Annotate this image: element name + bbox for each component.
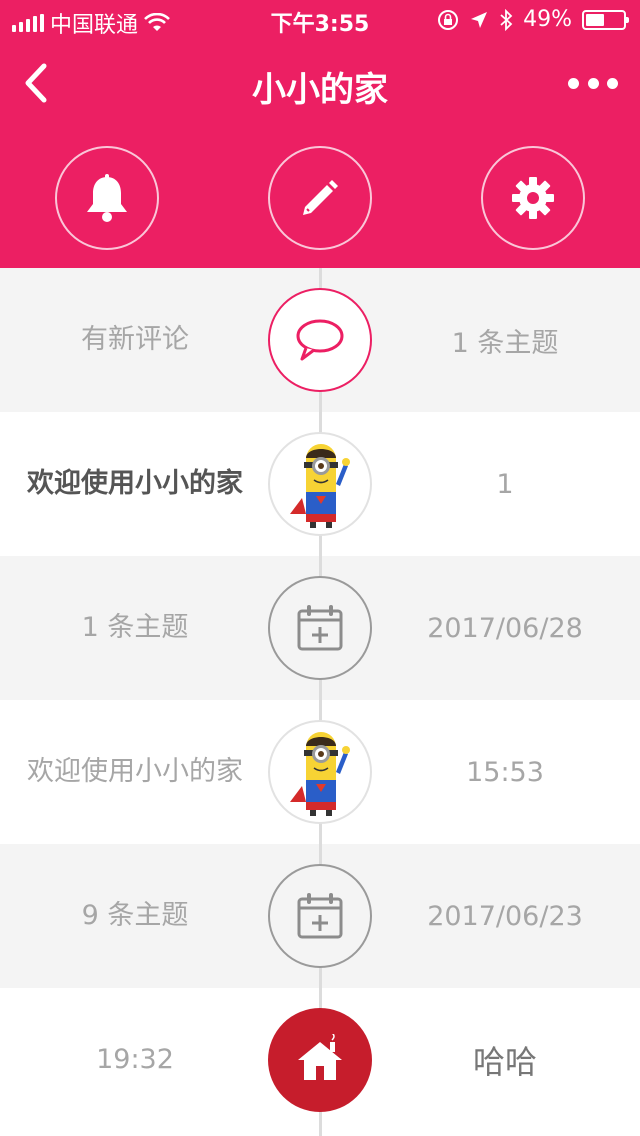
row-right-text: 1 条主题 [451,327,559,359]
header-actions [0,128,640,268]
row-left-text: 9 条主题 [81,900,189,931]
bell-icon [87,174,127,222]
calendar-plus-icon [297,893,343,939]
notifications-button[interactable] [55,146,159,250]
row-right-text: 1 [496,468,514,500]
more-button[interactable] [568,66,618,100]
row-right-text: 2017/06/28 [427,612,583,644]
battery-percent: 49% [523,7,572,32]
timeline: 有新评论 1 条主题 欢迎使用小小的家 1 1 条主题 2017/06/28 欢… [0,268,640,1136]
calendar-plus-icon [297,605,343,651]
edit-button[interactable] [268,146,372,250]
gear-icon [512,177,554,219]
row-left-text: 欢迎使用小小的家 [27,756,243,787]
battery-fill [586,13,604,26]
timeline-line [319,268,322,1136]
more-dot [607,77,618,89]
rotation-lock-icon [438,9,459,30]
row-right-text: 15:53 [466,756,544,788]
status-bar: 中国联通 下午3:55 49% [0,0,640,40]
speech-bubble-icon [296,319,344,361]
avatar[interactable] [268,720,372,824]
pencil-icon [303,180,338,215]
calendar-node[interactable] [268,864,372,968]
more-dot [568,77,579,89]
page-title: 小小的家 [252,70,388,110]
home-icon [298,1034,342,1080]
home-node[interactable] [268,1008,372,1112]
battery-icon [582,9,629,30]
row-left-text: 欢迎使用小小的家 [27,468,243,499]
avatar[interactable] [268,432,372,536]
comment-node[interactable] [268,288,372,392]
minion-avatar-icon [290,732,350,816]
location-icon [471,11,488,28]
more-dot [587,77,599,89]
row-left-text: 19:32 [96,1044,174,1075]
bluetooth-icon [500,8,513,31]
calendar-node[interactable] [268,576,372,680]
row-left-text: 1 条主题 [81,612,189,643]
row-left-text: 有新评论 [81,324,189,355]
row-right-text: 哈哈 [472,1043,537,1081]
minion-avatar-icon [290,444,350,528]
row-right-text: 2017/06/23 [427,900,583,932]
settings-button[interactable] [481,146,585,250]
nav-bar: 小小的家 [0,40,640,128]
status-right: 49% [437,7,629,32]
